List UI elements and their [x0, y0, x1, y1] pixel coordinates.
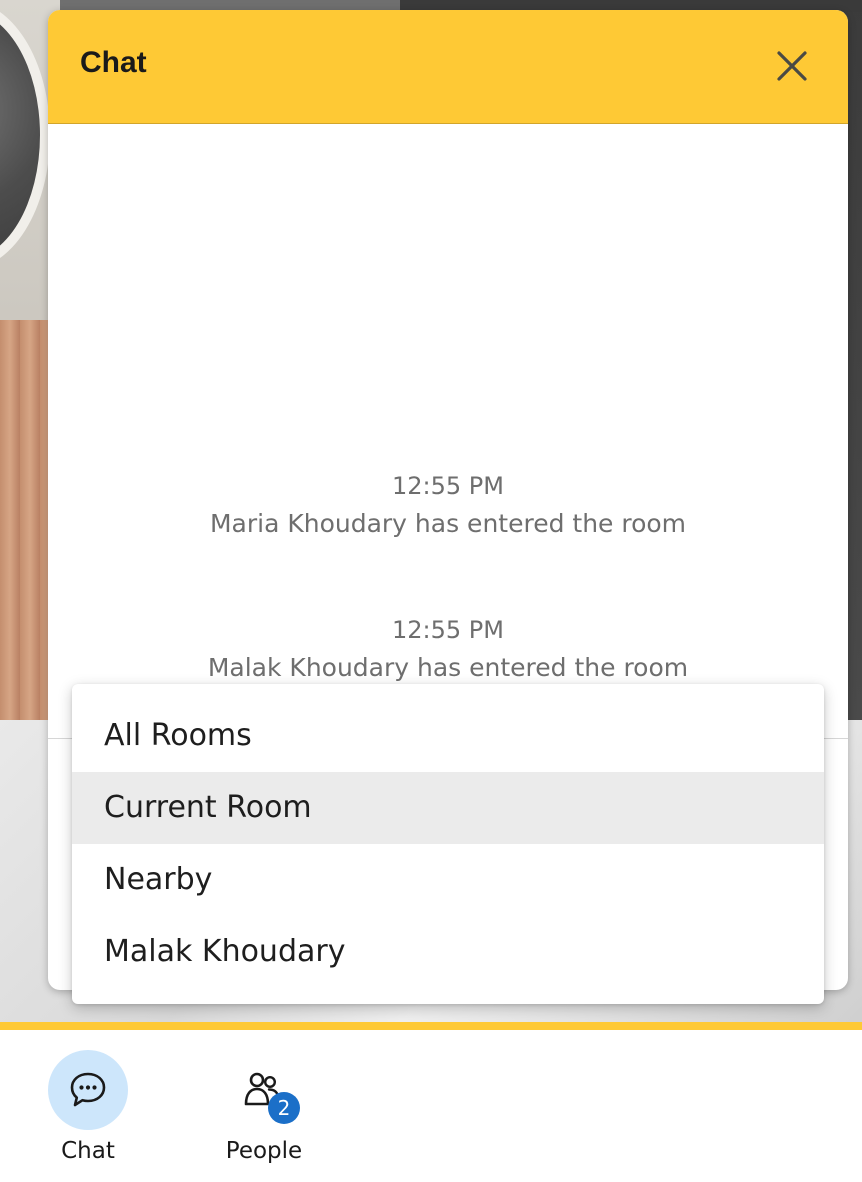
nav-chat-button[interactable]: Chat — [28, 1050, 148, 1164]
dropdown-option-malak-khoudary[interactable]: Malak Khoudary — [72, 916, 824, 988]
people-count-badge: 2 — [268, 1092, 300, 1124]
message-time: 12:55 PM — [392, 616, 504, 644]
nav-chat-icon-wrap — [48, 1050, 128, 1130]
nav-people-icon-wrap: 2 — [224, 1050, 304, 1130]
close-icon — [777, 51, 807, 81]
message-list[interactable]: 12:55 PM Maria Khoudary has entered the … — [48, 124, 848, 684]
dropdown-option-all-rooms[interactable]: All Rooms — [72, 700, 824, 772]
system-message: 12:55 PM Malak Khoudary has entered the … — [48, 614, 848, 686]
message-time: 12:55 PM — [392, 472, 504, 500]
dropdown-option-current-room[interactable]: Current Room — [72, 772, 824, 844]
system-message: 12:55 PM Maria Khoudary has entered the … — [48, 470, 848, 542]
chat-title: Chat — [80, 46, 147, 79]
message-text: Malak Khoudary has entered the room — [207, 653, 689, 682]
chat-header: Chat — [48, 10, 848, 124]
recipient-dropdown-menu: All Rooms Current Room Nearby Malak Khou… — [72, 684, 824, 1004]
close-button[interactable] — [772, 46, 812, 86]
nav-chat-label: Chat — [61, 1138, 115, 1164]
message-text: Maria Khoudary has entered the room — [209, 509, 687, 538]
bottom-accent-bar — [0, 1022, 862, 1030]
nav-people-button[interactable]: 2 People — [204, 1050, 324, 1164]
bottom-nav: Chat 2 People — [0, 1030, 862, 1182]
chat-bubble-icon — [70, 1072, 106, 1107]
nav-people-label: People — [225, 1138, 303, 1164]
background-sofa — [0, 320, 50, 740]
dropdown-option-nearby[interactable]: Nearby — [72, 844, 824, 916]
